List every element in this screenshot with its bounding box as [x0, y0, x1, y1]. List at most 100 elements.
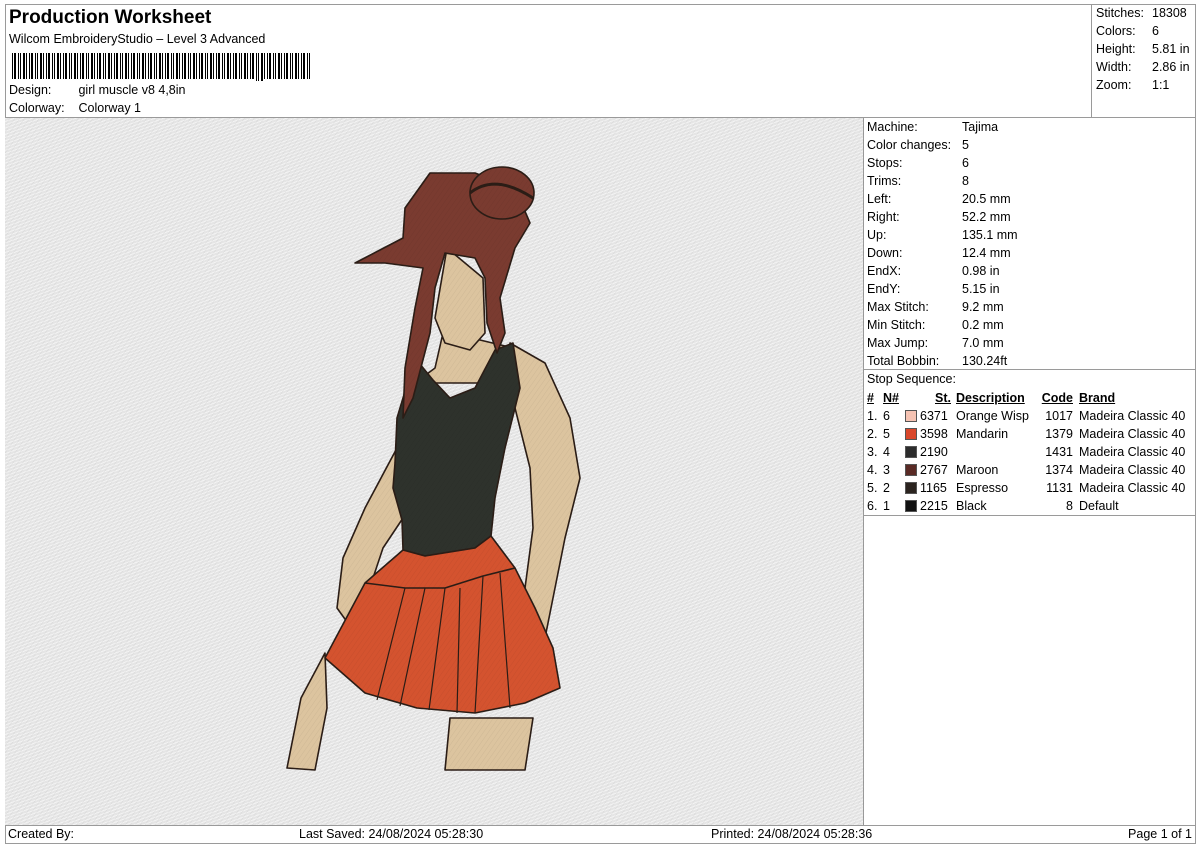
- row-index: 3.: [867, 445, 878, 459]
- barcode-bar: [145, 53, 146, 79]
- detail-label: Max Jump:: [867, 336, 929, 350]
- summary-value: 18308: [1152, 6, 1187, 20]
- stitch-count: 2190: [920, 445, 948, 459]
- table-row: 4. 3 2767 Maroon 1374 Madeira Classic 40: [867, 461, 1195, 479]
- software-name: Wilcom EmbroideryStudio – Level 3 Advanc…: [9, 32, 266, 46]
- machine-details: Machine: Tajima Color changes: 5 Stops: 6 T…: [864, 118, 1196, 370]
- barcode-bar: [105, 53, 106, 79]
- summary-row: Stitches: 18308: [1096, 4, 1187, 22]
- worksheet-footer: Created By: Last Saved: 24/08/2024 05:28…: [5, 825, 1196, 844]
- color-description: Black: [956, 499, 987, 513]
- barcode-bar: [18, 53, 19, 79]
- barcode-bar: [71, 53, 72, 79]
- barcode-bar: [233, 53, 234, 79]
- barcode-bar: [77, 53, 78, 79]
- needle-number: 6: [883, 409, 890, 423]
- row-index: 6.: [867, 499, 878, 513]
- barcode-bar: [193, 53, 195, 79]
- last-saved: Last Saved: 24/08/2024 05:28:30: [299, 827, 484, 841]
- barcode-bar: [309, 53, 310, 79]
- barcode-bar: [188, 53, 189, 79]
- barcode-bar: [91, 53, 93, 79]
- barcode-bar: [114, 53, 115, 79]
- barcode-bar: [196, 53, 197, 79]
- barcode-bar: [201, 53, 203, 79]
- detail-value: Tajima: [962, 120, 999, 134]
- barcode-bar: [23, 53, 25, 79]
- summary-label: Width:: [1096, 60, 1132, 74]
- embroidery-figure-illustration: [5, 118, 864, 825]
- barcode-bar: [171, 53, 172, 79]
- color-description: Mandarin: [956, 427, 1009, 441]
- detail-value: 8: [962, 174, 969, 188]
- color-description: Espresso: [956, 481, 1009, 495]
- barcode-bar: [31, 53, 33, 79]
- barcode-bar: [227, 53, 229, 79]
- color-description: Maroon: [956, 463, 999, 477]
- detail-value: 52.2 mm: [962, 210, 1011, 224]
- barcode-bar: [148, 53, 149, 79]
- detail-label: EndY:: [867, 282, 901, 296]
- stitch-count: 2767: [920, 463, 948, 477]
- detail-row: Max Jump: 7.0 mm: [867, 334, 1004, 352]
- table-row: 6. 1 2215 Black 8 Default: [867, 497, 1195, 515]
- design-label: Design:: [9, 83, 52, 97]
- barcode-bar: [80, 53, 81, 79]
- thread-brand: Madeira Classic 40: [1079, 427, 1186, 441]
- barcode-bar: [139, 53, 140, 79]
- barcode-bar: [239, 53, 240, 79]
- barcode-bar: [207, 53, 208, 79]
- stitch-count: 1165: [920, 481, 947, 495]
- barcode-bar: [241, 53, 242, 79]
- barcode-bar: [278, 53, 280, 79]
- barcode-bar: [97, 53, 98, 79]
- barcode-bar: [63, 53, 64, 79]
- barcode-bar: [108, 53, 110, 79]
- barcode-bar: [218, 53, 220, 79]
- barcode-bar: [156, 53, 157, 79]
- created-by: Created By:: [8, 827, 75, 841]
- printed-date: Printed: 24/08/2024 05:28:36: [711, 827, 873, 841]
- barcode-bar: [216, 53, 217, 79]
- barcode-bar: [222, 53, 223, 79]
- barcode-bar: [82, 53, 84, 79]
- colorway-name: Colorway 1: [78, 101, 142, 115]
- barcode-bar: [199, 53, 200, 79]
- column-header: N#: [883, 391, 899, 405]
- detail-row: Total Bobbin: 130.24ft: [867, 352, 1007, 370]
- barcode-bar: [52, 53, 53, 79]
- barcode-bar: [162, 53, 163, 79]
- barcode-bar: [120, 53, 121, 79]
- stitch-count: 3598: [920, 427, 948, 441]
- detail-row: Min Stitch: 0.2 mm: [867, 316, 1004, 334]
- barcode-bar: [179, 53, 180, 79]
- column-header: St.: [935, 391, 951, 405]
- summary-value: 6: [1152, 24, 1159, 38]
- detail-row: EndY: 5.15 in: [867, 280, 1000, 298]
- barcode-bar: [131, 53, 132, 79]
- column-header: Brand: [1079, 391, 1116, 405]
- detail-label: Left:: [867, 192, 892, 206]
- needle-number: 5: [883, 427, 890, 441]
- summary-label: Height:: [1096, 42, 1136, 56]
- thread-code: 8: [1066, 499, 1073, 513]
- summary-label: Colors:: [1096, 24, 1136, 38]
- barcode-bar: [303, 53, 305, 79]
- barcode-bar: [57, 53, 59, 79]
- page-title: Production Worksheet: [9, 7, 212, 28]
- summary-label: Stitches:: [1096, 6, 1144, 20]
- summary-row: Width: 2.86 in: [1096, 58, 1190, 76]
- summary-value: 1:1: [1152, 78, 1170, 92]
- summary-row: Colors: 6: [1096, 22, 1159, 40]
- detail-label: Machine:: [867, 120, 918, 134]
- barcode-bar: [230, 53, 231, 79]
- barcode-bar: [273, 53, 274, 79]
- barcode-bar: [182, 53, 183, 79]
- detail-label: Up:: [867, 228, 887, 242]
- color-swatch: [905, 428, 917, 440]
- color-swatch: [905, 482, 917, 494]
- detail-value: 130.24ft: [962, 354, 1008, 368]
- barcode-bar: [269, 53, 271, 79]
- detail-label: EndX:: [867, 264, 902, 278]
- design-preview: [5, 118, 864, 825]
